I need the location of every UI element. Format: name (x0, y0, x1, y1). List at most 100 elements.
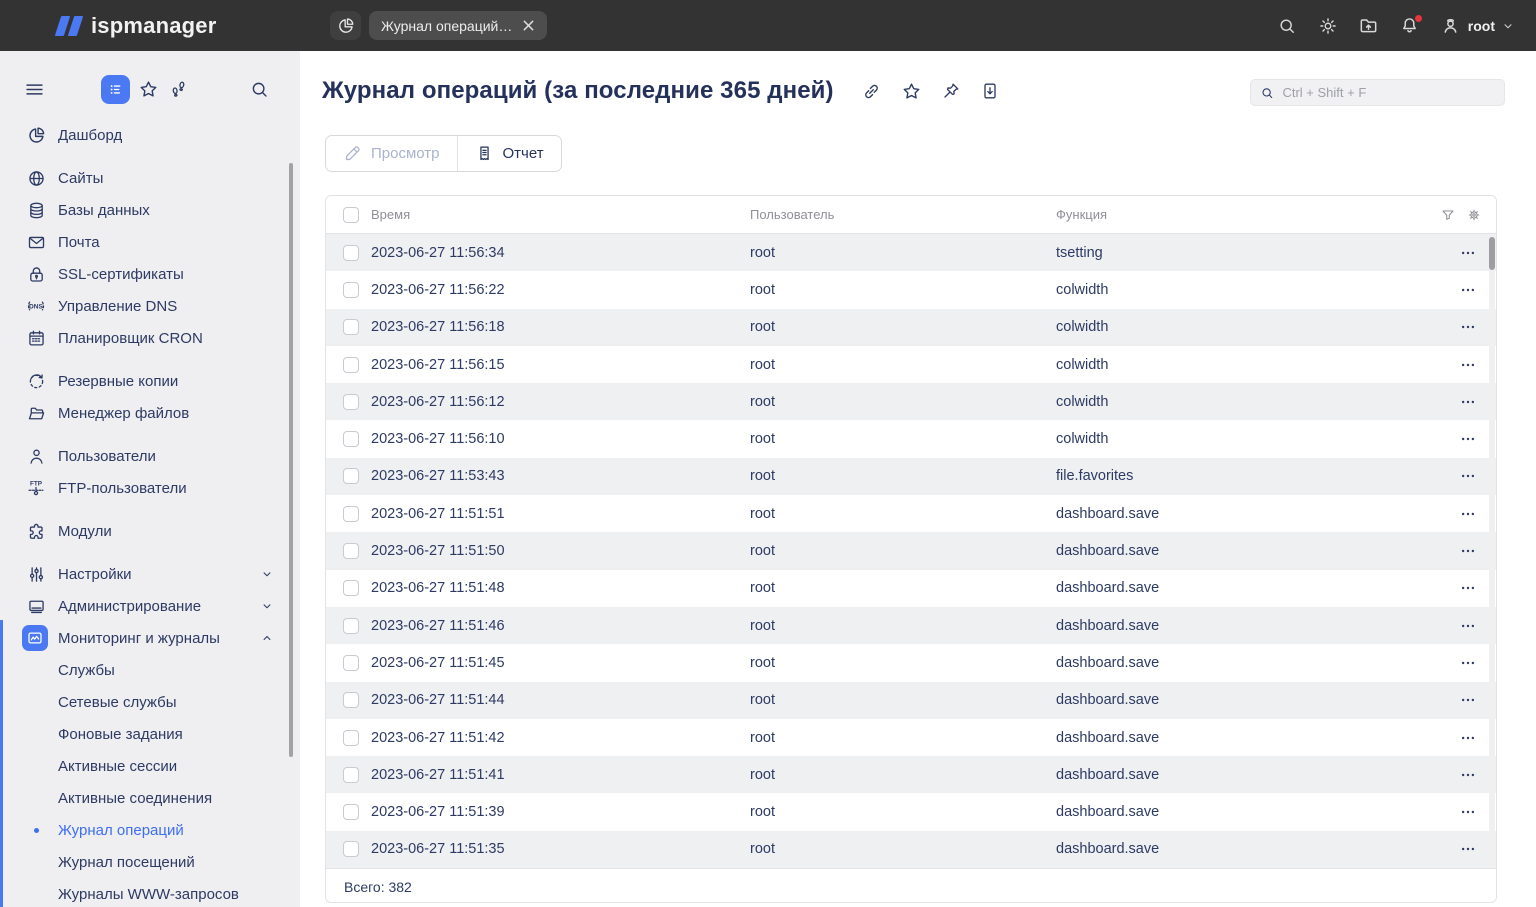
table-row[interactable]: 2023-06-27 11:51:45 root dashboard.save (326, 644, 1496, 681)
table-scrollbar-track[interactable] (1489, 235, 1495, 867)
row-menu-button[interactable] (1440, 430, 1496, 448)
submenu-item-visit-log[interactable]: Журнал посещений (0, 846, 300, 878)
row-checkbox[interactable] (343, 655, 359, 671)
search-input[interactable] (1282, 85, 1495, 100)
row-checkbox[interactable] (343, 692, 359, 708)
row-menu-button[interactable] (1440, 281, 1496, 299)
sidebar-item-administration[interactable]: Администрирование (0, 590, 300, 622)
row-menu-button[interactable] (1440, 318, 1496, 336)
sidebar-item-ftp-users[interactable]: FTP FTP-пользователи (0, 472, 300, 504)
sidebar-item-monitoring[interactable]: Мониторинг и журналы (0, 622, 300, 654)
row-menu-button[interactable] (1440, 766, 1496, 784)
view-button[interactable]: Просмотр (326, 136, 457, 171)
column-header-user[interactable]: Пользователь (750, 207, 1056, 222)
row-checkbox[interactable] (343, 282, 359, 298)
row-checkbox[interactable] (343, 394, 359, 410)
export-button[interactable] (980, 81, 1000, 102)
table-row[interactable]: 2023-06-27 11:56:22 root colwidth (326, 271, 1496, 308)
hamburger-menu-icon[interactable] (24, 79, 45, 100)
row-menu-button[interactable] (1440, 617, 1496, 635)
table-scrollbar-thumb[interactable] (1489, 237, 1495, 270)
row-checkbox[interactable] (343, 468, 359, 484)
sidebar-item-mail[interactable]: Почта (0, 226, 300, 258)
copy-link-button[interactable] (861, 81, 882, 102)
menu-list-view-button[interactable] (101, 75, 130, 104)
table-row[interactable]: 2023-06-27 11:56:12 root colwidth (326, 383, 1496, 420)
table-row[interactable]: 2023-06-27 11:56:10 root colwidth (326, 420, 1496, 457)
submenu-item-active-connections[interactable]: Активные соединения (0, 782, 300, 814)
sidebar-item-dashboard[interactable]: Дашборд (0, 119, 300, 151)
close-icon[interactable] (522, 19, 535, 32)
select-all-checkbox[interactable] (343, 207, 359, 223)
sidebar-item-cron[interactable]: Планировщик CRON (0, 322, 300, 354)
submenu-item-www-request-logs[interactable]: Журналы WWW-запросов (0, 878, 300, 907)
submenu-item-services[interactable]: Службы (0, 654, 300, 686)
row-checkbox[interactable] (343, 767, 359, 783)
submenu-item-background-tasks[interactable]: Фоновые задания (0, 718, 300, 750)
table-row[interactable]: 2023-06-27 11:51:41 root dashboard.save (326, 756, 1496, 793)
row-checkbox[interactable] (343, 431, 359, 447)
notifications-button[interactable] (1399, 15, 1421, 37)
filter-icon[interactable] (1440, 207, 1456, 223)
row-checkbox[interactable] (343, 506, 359, 522)
row-checkbox[interactable] (343, 804, 359, 820)
table-row[interactable]: 2023-06-27 11:56:18 root colwidth (326, 309, 1496, 346)
app-logo[interactable]: ispmanager (58, 13, 217, 39)
row-menu-button[interactable] (1440, 393, 1496, 411)
row-checkbox[interactable] (343, 618, 359, 634)
export-session-button[interactable] (1358, 15, 1380, 37)
row-menu-button[interactable] (1440, 356, 1496, 374)
row-menu-button[interactable] (1440, 654, 1496, 672)
table-row[interactable]: 2023-06-27 11:51:44 root dashboard.save (326, 682, 1496, 719)
row-menu-button[interactable] (1440, 691, 1496, 709)
row-menu-button[interactable] (1440, 244, 1496, 262)
table-row[interactable]: 2023-06-27 11:56:15 root colwidth (326, 346, 1496, 383)
sidebar-item-databases[interactable]: Базы данных (0, 194, 300, 226)
sidebar-item-ssl[interactable]: SSL-сертификаты (0, 258, 300, 290)
table-row[interactable]: 2023-06-27 11:51:46 root dashboard.save (326, 607, 1496, 644)
table-row[interactable]: 2023-06-27 11:51:35 root dashboard.save (326, 831, 1496, 868)
sidebar-item-backups[interactable]: Резервные копии (0, 365, 300, 397)
table-row[interactable]: 2023-06-27 11:53:43 root file.favorites (326, 458, 1496, 495)
row-checkbox[interactable] (343, 543, 359, 559)
user-menu[interactable]: root (1440, 15, 1514, 36)
submenu-item-active-sessions[interactable]: Активные сессии (0, 750, 300, 782)
pin-button[interactable] (941, 81, 961, 102)
row-checkbox[interactable] (343, 841, 359, 857)
page-search[interactable] (1250, 79, 1505, 106)
row-checkbox[interactable] (343, 357, 359, 373)
column-header-time[interactable]: Время (371, 207, 750, 222)
favorites-icon[interactable] (138, 79, 159, 100)
row-menu-button[interactable] (1440, 579, 1496, 597)
row-checkbox[interactable] (343, 319, 359, 335)
sidebar-item-users[interactable]: Пользователи (0, 440, 300, 472)
row-menu-button[interactable] (1440, 803, 1496, 821)
table-row[interactable]: 2023-06-27 11:51:39 root dashboard.save (326, 793, 1496, 830)
column-header-function[interactable]: Функция (1056, 207, 1440, 222)
row-checkbox[interactable] (343, 730, 359, 746)
row-menu-button[interactable] (1440, 505, 1496, 523)
dashboard-tab-button[interactable] (330, 11, 361, 40)
row-checkbox[interactable] (343, 245, 359, 261)
row-menu-button[interactable] (1440, 542, 1496, 560)
report-button[interactable]: Отчет (458, 136, 561, 171)
table-row[interactable]: 2023-06-27 11:51:50 root dashboard.save (326, 532, 1496, 569)
row-menu-button[interactable] (1440, 467, 1496, 485)
row-menu-button[interactable] (1440, 729, 1496, 747)
table-row[interactable]: 2023-06-27 11:51:42 root dashboard.save (326, 719, 1496, 756)
gear-icon[interactable] (1466, 207, 1482, 223)
favorite-button[interactable] (901, 81, 922, 102)
submenu-item-operation-log[interactable]: Журнал операций (0, 814, 300, 846)
footprints-icon[interactable] (168, 79, 189, 100)
submenu-item-network-services[interactable]: Сетевые службы (0, 686, 300, 718)
sidebar-item-settings[interactable]: Настройки (0, 558, 300, 590)
menu-search-icon[interactable] (249, 79, 270, 100)
sidebar-item-dns[interactable]: DNS Управление DNS (0, 290, 300, 322)
sidebar-item-modules[interactable]: Модули (0, 515, 300, 547)
row-checkbox[interactable] (343, 580, 359, 596)
table-row[interactable]: 2023-06-27 11:51:48 root dashboard.save (326, 570, 1496, 607)
theme-toggle-button[interactable] (1317, 15, 1339, 37)
row-menu-button[interactable] (1440, 840, 1496, 858)
table-row[interactable]: 2023-06-27 11:56:34 root tsetting (326, 234, 1496, 271)
active-tab[interactable]: Журнал операций… (369, 11, 547, 40)
